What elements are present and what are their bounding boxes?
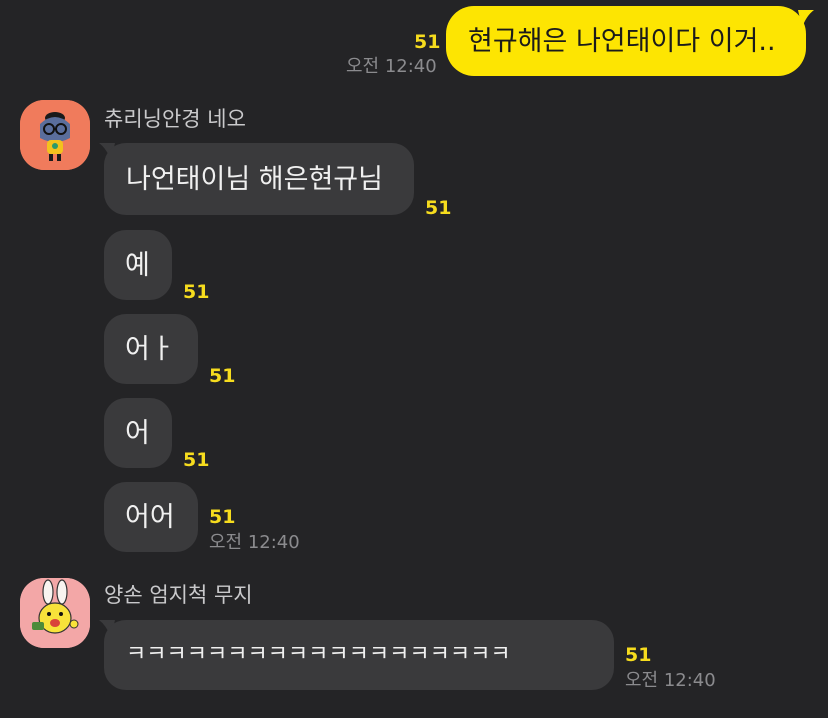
message-time: 오전 12:40	[625, 670, 716, 691]
unread-count: 51	[209, 365, 236, 387]
unread-count: 51	[625, 644, 652, 666]
avatar-muzi[interactable]	[20, 578, 90, 648]
bubble-tail	[798, 10, 814, 28]
sender-name: 양손 엄지척 무지	[104, 583, 253, 607]
neo-character-icon	[20, 100, 90, 170]
message-bubble[interactable]: 어어	[104, 482, 198, 552]
avatar-neo[interactable]	[20, 100, 90, 170]
message-time: 오전 12:40	[209, 532, 300, 553]
message-bubble[interactable]: 어	[104, 398, 172, 468]
unread-count: 51	[183, 281, 210, 303]
unread-count: 51	[425, 197, 452, 219]
muzi-character-icon	[20, 578, 90, 648]
message-bubble[interactable]: ㅋㅋㅋㅋㅋㅋㅋㅋㅋㅋㅋㅋㅋㅋㅋㅋㅋㅋㅋ	[104, 620, 614, 690]
message-time: 오전 12:40	[346, 56, 437, 77]
message-bubble-mine[interactable]: 현규해은 나언태이다 이거..	[446, 6, 806, 76]
message-bubble[interactable]: 예	[104, 230, 172, 300]
unread-count: 51	[209, 506, 236, 528]
sender-name: 츄리닝안경 네오	[104, 107, 246, 131]
unread-count: 51	[414, 31, 441, 53]
unread-count: 51	[183, 449, 210, 471]
message-bubble[interactable]: 어ㅏ	[104, 314, 198, 384]
message-bubble[interactable]: 나언태이님 해은현규님	[104, 143, 414, 215]
chat-room: 51 오전 12:40 현규해은 나언태이다 이거.. 츄리닝안경 네오 나언태…	[0, 0, 828, 718]
